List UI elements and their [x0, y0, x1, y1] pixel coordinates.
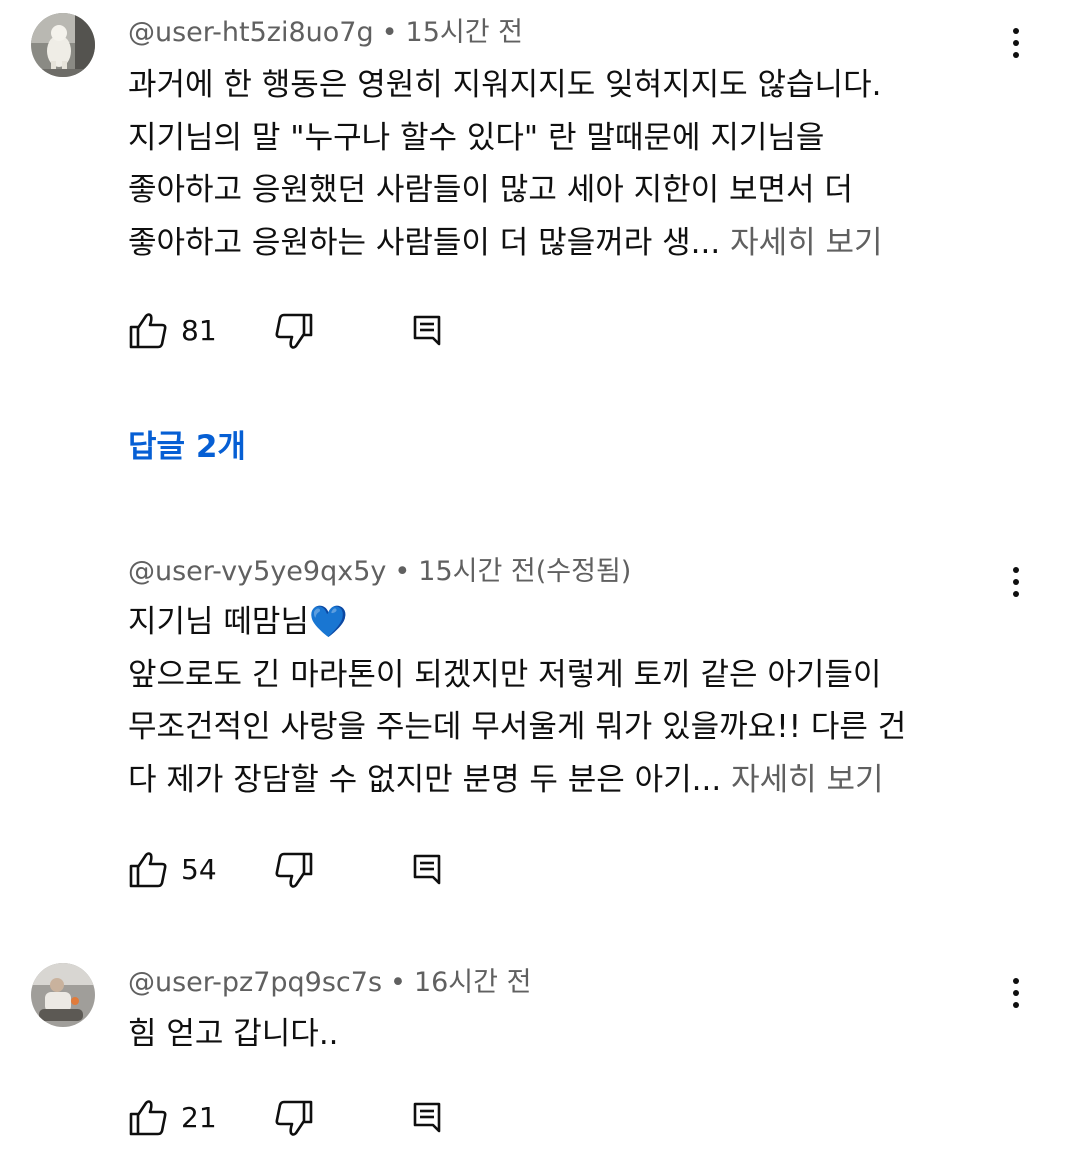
dog-photo-avatar [31, 13, 95, 77]
like-count: 81 [181, 314, 217, 347]
reply-comment-icon [413, 854, 441, 885]
reply-item: @user-vy5ye9qx5y • 15시간 전(수정됨) 지기님 떼맘님💙 앞으… [0, 540, 1079, 920]
thumbs-down-icon [275, 852, 313, 888]
thumbs-down-icon [275, 1100, 313, 1136]
thumbs-up-icon [129, 313, 167, 349]
separator-dot: • [390, 967, 406, 998]
like-button[interactable]: 21 [128, 1096, 217, 1140]
like-count: 21 [181, 1101, 217, 1134]
like-button[interactable]: 81 [128, 309, 217, 353]
comment-text: 힘 얻고 갑니다.. [128, 1008, 1008, 1061]
comment-actions: 81 [128, 309, 528, 353]
separator-dot: • [381, 17, 398, 48]
comment-text: 과거에 한 행동은 영원히 지워지지도 잊혀지지도 않습니다. 지기님의 말 "… [128, 59, 1008, 269]
comment-line: 좋아하고 응원했던 사람들이 많고 세아 지한이 보면서 더 [128, 172, 853, 208]
comment-line-last: 다 제가 장담할 수 없지만 분명 두 분은 아기... 자세히 보기 [128, 754, 1008, 807]
vertical-dots-icon [1013, 567, 1019, 573]
like-button[interactable]: 54 [128, 848, 217, 892]
thumbs-down-icon [275, 313, 313, 349]
comment-author[interactable]: @user-ht5zi8uo7g [128, 17, 374, 48]
read-more-link[interactable]: 자세히 보기 [731, 762, 883, 798]
comment-line-last: 좋아하고 응원하는 사람들이 더 많을꺼라 생... 자세히 보기 [128, 217, 1008, 270]
like-count: 54 [181, 853, 217, 886]
comment-line: 좋아하고 응원하는 사람들이 더 많을꺼라 생... [128, 224, 721, 261]
comment-time: 15시간 전 [405, 17, 523, 48]
comment-line: 지기님 떼맘님💙 [128, 604, 348, 640]
dislike-button[interactable] [274, 848, 314, 892]
dislike-button[interactable] [274, 1096, 314, 1140]
person-photo-avatar [31, 963, 95, 1027]
comment-actions: 54 [128, 848, 528, 892]
reply-button[interactable] [411, 309, 443, 353]
thumbs-up-icon [129, 852, 167, 888]
comment-line: 힘 얻고 갑니다.. [128, 1016, 339, 1052]
reply-button[interactable] [411, 848, 443, 892]
comment-item: @user-pz7pq9sc7s • 16시간 전 힘 얻고 갑니다.. 21 [0, 955, 1079, 1173]
comment-header: @user-vy5ye9qx5y • 15시간 전(수정됨) [128, 552, 631, 592]
comment-header: @user-pz7pq9sc7s • 16시간 전 [128, 963, 531, 1003]
reply-comment-icon [413, 315, 441, 346]
avatar[interactable] [31, 963, 95, 1027]
comment-time: 16시간 전 [413, 967, 532, 998]
separator-dot: • [394, 556, 411, 587]
comment-line: 지기님의 말 "누구나 할수 있다" 란 말때문에 지기님을 [128, 119, 825, 156]
view-replies-link[interactable]: 답글 2개 [128, 427, 246, 467]
comment-time: 15시간 전(수정됨) [418, 556, 632, 587]
vertical-dots-icon [1013, 978, 1019, 984]
comment-line: 앞으로도 긴 마라톤이 되겠지만 저렇게 토끼 같은 아기들이 [128, 656, 882, 693]
comment-header: @user-ht5zi8uo7g • 15시간 전 [128, 13, 523, 53]
comment-line: 무조건적인 사랑을 주는데 무서울게 뭐가 있을까요!! 다른 건 [128, 709, 907, 745]
reply-comment-icon [413, 1102, 441, 1133]
comment-line: 과거에 한 행동은 영원히 지워지지도 잊혀지지도 않습니다. [128, 67, 882, 103]
comment-text: 지기님 떼맘님💙 앞으로도 긴 마라톤이 되겠지만 저렇게 토끼 같은 아기들이… [128, 596, 1008, 806]
comment-item: @user-ht5zi8uo7g • 15시간 전 과거에 한 행동은 영원히 지워… [0, 0, 1079, 520]
reply-button[interactable] [411, 1096, 443, 1140]
read-more-link[interactable]: 자세히 보기 [730, 225, 882, 261]
comment-author[interactable]: @user-vy5ye9qx5y [128, 556, 386, 587]
avatar[interactable] [31, 13, 95, 77]
comment-line: 다 제가 장담할 수 없지만 분명 두 분은 아기... [128, 761, 722, 798]
thumbs-up-icon [129, 1100, 167, 1136]
vertical-dots-icon [1013, 28, 1019, 34]
dislike-button[interactable] [274, 309, 314, 353]
comment-actions: 21 [128, 1096, 528, 1140]
comment-author[interactable]: @user-pz7pq9sc7s [128, 967, 382, 998]
